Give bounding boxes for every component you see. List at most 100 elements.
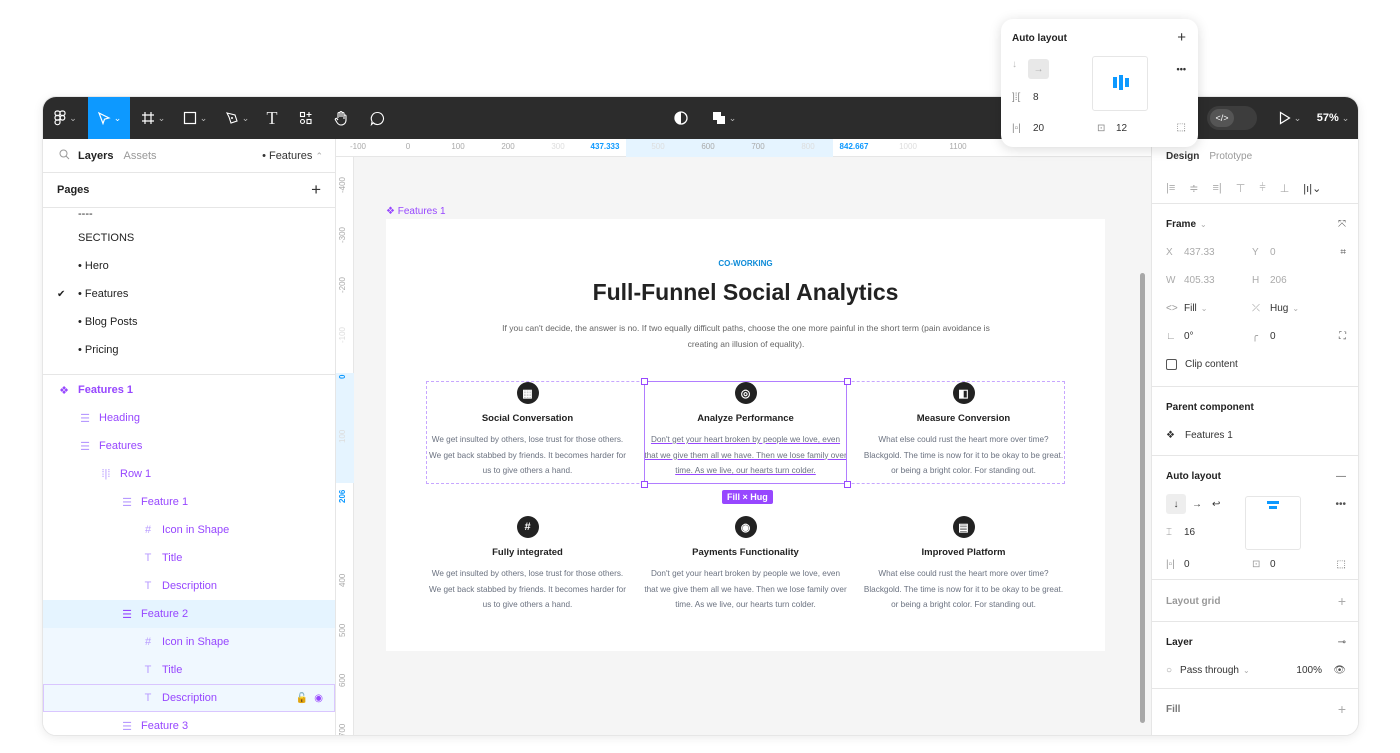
selection-box[interactable]: [644, 381, 847, 484]
page-item[interactable]: • Pricing: [43, 336, 335, 364]
hand-tool-button[interactable]: [329, 97, 353, 139]
wrap-button[interactable]: ↩: [1212, 499, 1220, 510]
features-frame[interactable]: CO-WORKING Full-Funnel Social Analytics …: [386, 219, 1105, 651]
independent-corners-icon[interactable]: ⛶: [1339, 331, 1346, 342]
individual-padding-icon[interactable]: ⬚: [1337, 559, 1346, 570]
resize-handle[interactable]: [844, 378, 851, 385]
clip-content-checkbox[interactable]: [1166, 358, 1177, 370]
present-button[interactable]: ⌄: [1273, 97, 1307, 139]
contrast-button[interactable]: [671, 97, 691, 139]
remove-auto-layout-button[interactable]: —: [1336, 471, 1346, 482]
padding-h-input[interactable]: 0: [1184, 559, 1190, 570]
layer-row[interactable]: # Icon in Shape: [43, 628, 335, 656]
current-page-toggle[interactable]: • Features ⌃: [262, 150, 323, 162]
search-icon[interactable]: [59, 149, 70, 163]
shape-tool-button[interactable]: ⌄: [177, 97, 213, 139]
feature-card[interactable]: ▤ Improved Platform What else could rust…: [862, 516, 1065, 613]
align-center-h-icon[interactable]: ≑: [1189, 182, 1198, 195]
dev-mode-toggle[interactable]: </>: [1207, 106, 1257, 130]
feature-card[interactable]: ▦ Social Conversation We get insulted by…: [426, 382, 629, 479]
layer-row[interactable]: ❖ Features 1: [43, 376, 335, 404]
direction-horizontal-button[interactable]: →: [1192, 499, 1202, 510]
unlock-icon[interactable]: 🔓: [296, 693, 308, 704]
frame-tool-button[interactable]: ⌄: [135, 97, 171, 139]
resize-to-fit-icon[interactable]: ⤧: [1338, 219, 1346, 230]
feature-card[interactable]: ◉ Payments Functionality Don't get your …: [644, 516, 847, 613]
w-input[interactable]: 405.33: [1184, 275, 1215, 286]
radius-input[interactable]: 0: [1270, 331, 1276, 342]
frame-label[interactable]: ❖ Features 1: [386, 206, 446, 217]
padding-h-input[interactable]: 20: [1033, 123, 1044, 134]
rotation-input[interactable]: 0°: [1184, 331, 1194, 342]
direction-vertical-button[interactable]: ↓: [1166, 494, 1186, 514]
constraints-icon[interactable]: ⌗: [1340, 247, 1346, 258]
layer-row[interactable]: T Description: [43, 572, 335, 600]
x-input[interactable]: 437.33: [1184, 247, 1215, 258]
main-menu-button[interactable]: ⌄: [43, 97, 88, 139]
feature-card[interactable]: ◧ Measure Conversion What else could rus…: [862, 382, 1065, 479]
visibility-eye-icon[interactable]: 👁: [1333, 665, 1346, 676]
comment-tool-button[interactable]: [365, 97, 389, 139]
align-center-v-icon[interactable]: ⫩: [1259, 182, 1265, 195]
layer-row[interactable]: # Icon in Shape: [43, 516, 335, 544]
layer-row[interactable]: ☰ Feature 3: [43, 712, 335, 735]
visibility-eye-icon[interactable]: ◉: [314, 693, 323, 704]
clip-content-row[interactable]: Clip content: [1152, 350, 1358, 378]
page-item[interactable]: • Blog Posts: [43, 308, 335, 336]
direction-vertical-button[interactable]: ↓: [1012, 59, 1017, 70]
layer-row[interactable]: ☰ Heading: [43, 404, 335, 432]
resources-button[interactable]: [295, 97, 317, 139]
page-item[interactable]: • Hero: [43, 252, 335, 280]
more-options-button[interactable]: •••: [1335, 499, 1346, 510]
resize-handle[interactable]: [641, 378, 648, 385]
gap-input[interactable]: 16: [1184, 527, 1195, 538]
y-input[interactable]: 0: [1270, 247, 1276, 258]
canvas[interactable]: ❖ Features 1 CO-WORKING Full-Funnel Soci…: [354, 157, 1151, 735]
align-bottom-icon[interactable]: ⊥: [1280, 182, 1290, 195]
alignment-grid[interactable]: [1092, 56, 1148, 111]
tab-design[interactable]: Design: [1166, 151, 1199, 162]
zoom-dropdown[interactable]: 57% ⌄: [1313, 97, 1353, 139]
align-right-icon[interactable]: ≡|: [1213, 182, 1222, 194]
align-top-icon[interactable]: ⊤: [1236, 182, 1246, 195]
resize-handle[interactable]: [844, 481, 851, 488]
add-layout-grid-button[interactable]: +: [1338, 593, 1346, 609]
tab-prototype[interactable]: Prototype: [1209, 151, 1252, 162]
align-left-icon[interactable]: |≡: [1166, 182, 1175, 194]
page-item-active[interactable]: ✔ • Features: [43, 280, 335, 308]
layer-row[interactable]: T Title: [43, 656, 335, 684]
width-mode-dropdown[interactable]: Fill: [1184, 303, 1197, 314]
canvas-scrollbar[interactable]: [1140, 273, 1145, 723]
layer-row[interactable]: T Title: [43, 544, 335, 572]
feature-card[interactable]: # Fully integrated We get insulted by ot…: [426, 516, 629, 613]
frame-title[interactable]: Frame: [1166, 219, 1196, 230]
boolean-button[interactable]: ⌄: [707, 97, 741, 139]
layer-row[interactable]: ☰ Features: [43, 432, 335, 460]
height-mode-dropdown[interactable]: Hug: [1270, 303, 1288, 314]
layer-row[interactable]: ☰ Feature 2: [43, 600, 335, 628]
tab-layers[interactable]: Layers: [78, 150, 113, 162]
pen-tool-button[interactable]: ⌄: [219, 97, 255, 139]
layer-row[interactable]: ☰ Feature 1: [43, 488, 335, 516]
component-go-icon[interactable]: ⊸: [1338, 637, 1346, 648]
add-page-button[interactable]: +: [311, 180, 321, 200]
popover-more-button[interactable]: •••: [1177, 64, 1186, 74]
resize-handle[interactable]: [641, 481, 648, 488]
blend-mode-dropdown[interactable]: Pass through: [1180, 665, 1239, 676]
page-item[interactable]: SECTIONS: [43, 224, 335, 252]
individual-padding-icon[interactable]: ⬚: [1177, 122, 1186, 133]
gap-input[interactable]: 8: [1033, 92, 1039, 103]
popover-add-button[interactable]: +: [1177, 29, 1186, 46]
parent-component-link[interactable]: ❖ Features 1: [1152, 421, 1358, 449]
opacity-input[interactable]: 100%: [1296, 665, 1322, 676]
h-input[interactable]: 206: [1270, 275, 1287, 286]
tab-assets[interactable]: Assets: [123, 150, 156, 162]
layer-row[interactable]: ⁞|⁞ Row 1: [43, 460, 335, 488]
add-fill-button[interactable]: +: [1338, 701, 1346, 717]
layer-row[interactable]: T Description 🔓 ◉: [43, 684, 335, 712]
page-item[interactable]: ----: [43, 208, 335, 224]
padding-v-input[interactable]: 0: [1270, 559, 1276, 570]
text-tool-button[interactable]: T: [261, 97, 283, 139]
distribute-icon[interactable]: |ı|⌄: [1303, 182, 1321, 195]
direction-horizontal-button[interactable]: →: [1028, 59, 1049, 79]
